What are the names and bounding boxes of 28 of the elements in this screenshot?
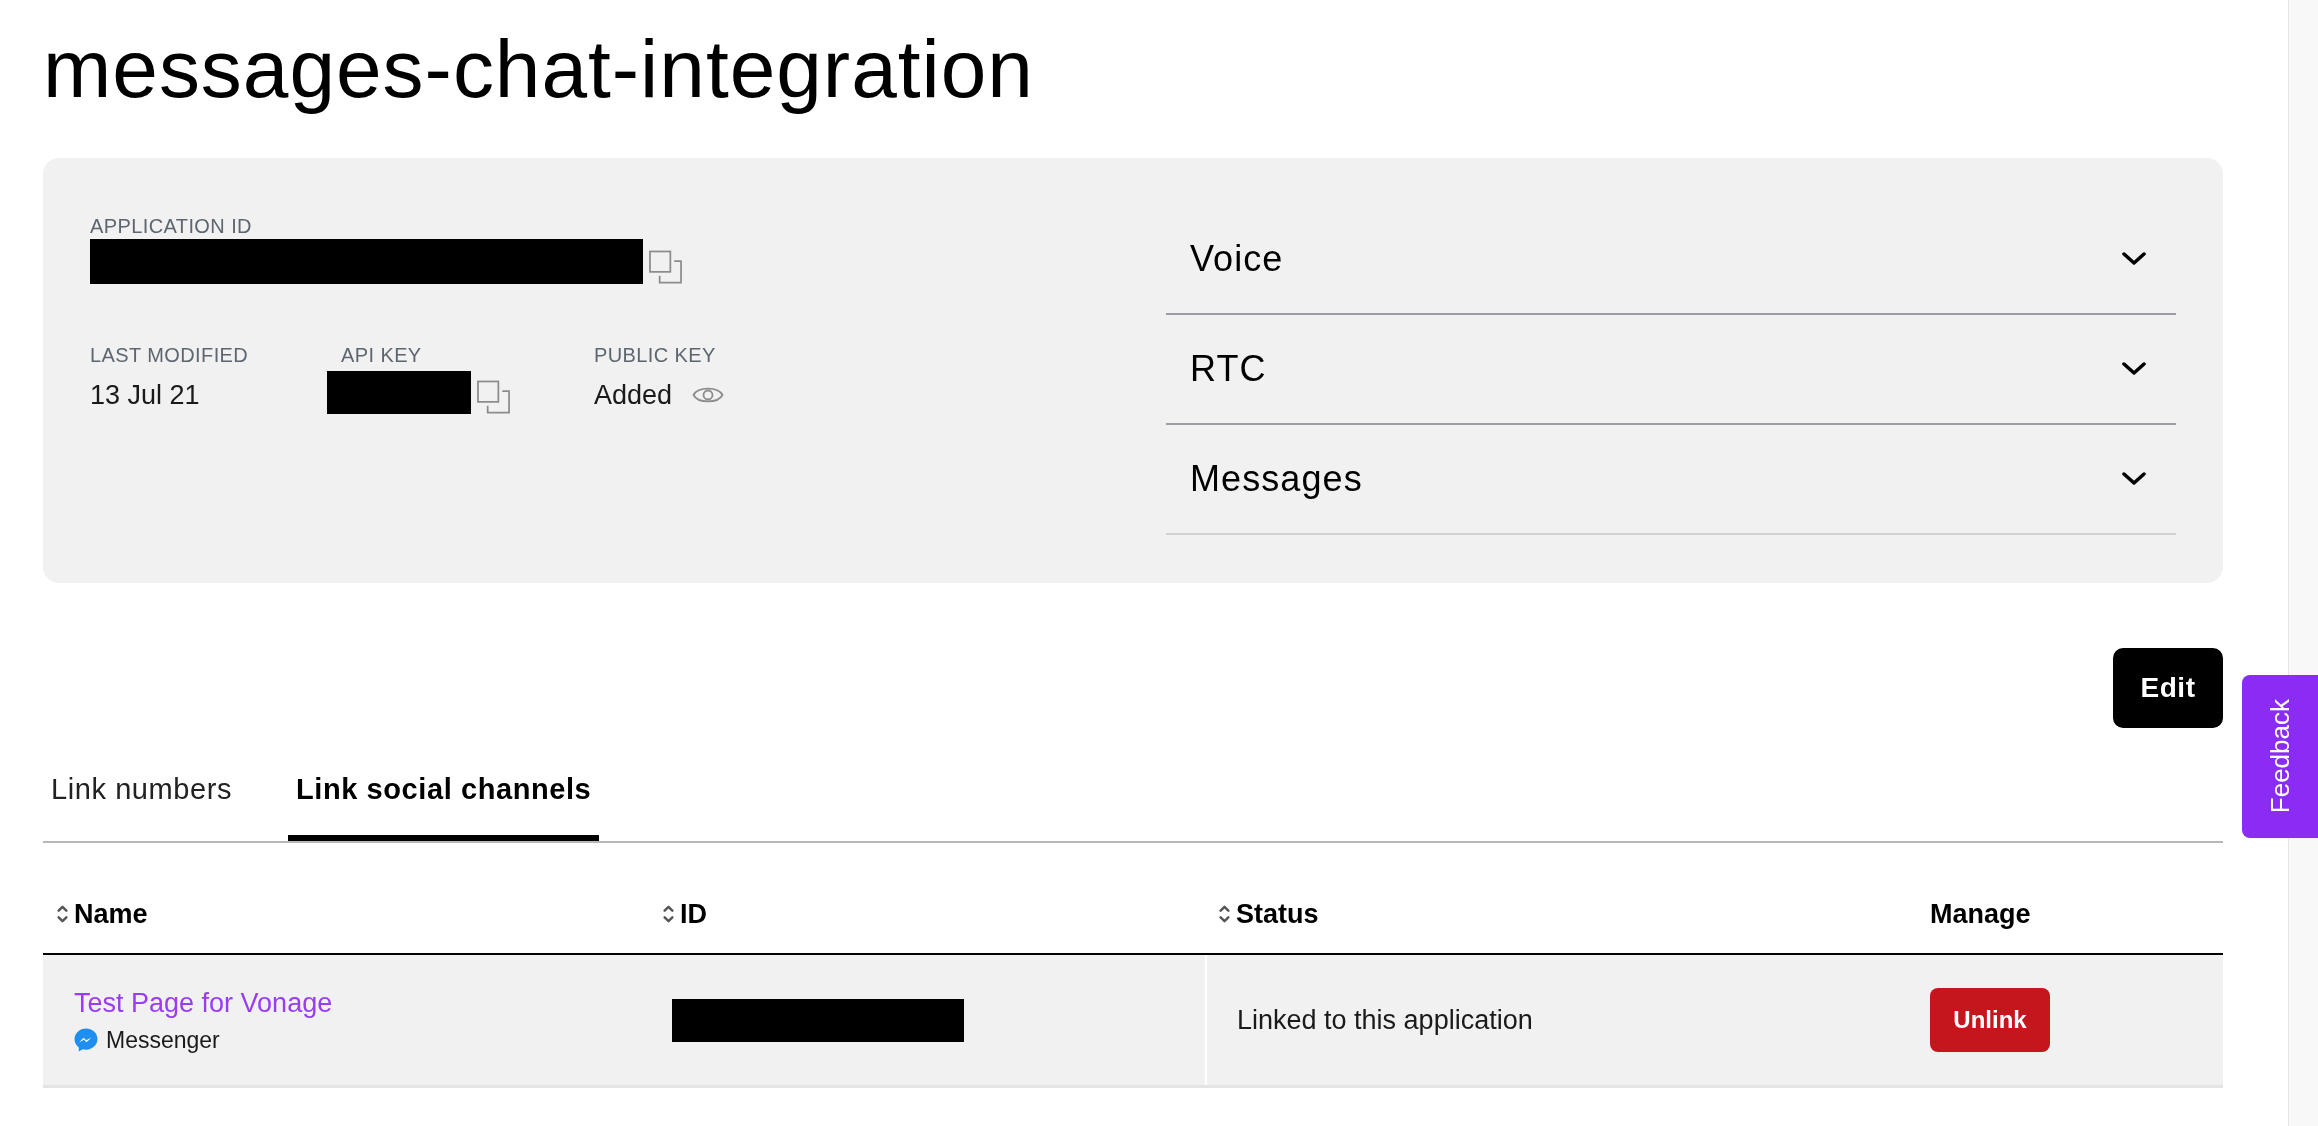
field-label: APPLICATION ID [90, 214, 252, 238]
sort-icon [1219, 905, 1230, 923]
copy-icon[interactable] [477, 380, 510, 414]
accordion-header[interactable]: Voice [1166, 205, 2176, 315]
messenger-icon [74, 1028, 98, 1052]
copy-icon[interactable] [649, 250, 682, 284]
page-name-link[interactable]: Test Page for Vonage [74, 986, 333, 1020]
feedback-button[interactable]: Feedback [2242, 675, 2318, 838]
tab[interactable]: Link social channels [288, 745, 600, 841]
channel-label: Messenger [106, 1026, 220, 1054]
field-label: API KEY [341, 343, 422, 367]
field-label: PUBLIC KEY [594, 343, 716, 367]
sort-icon [57, 905, 68, 923]
field-value: Added [594, 379, 673, 412]
column-header[interactable]: ID [663, 893, 707, 935]
sort-icon [663, 905, 674, 923]
tab[interactable]: Link numbers [43, 745, 241, 841]
page-title: messages-chat-integration [43, 22, 1034, 116]
accordion-header[interactable]: RTC [1166, 315, 2176, 425]
accordion-header[interactable]: Messages [1166, 425, 2176, 535]
field-label: LAST MODIFIED [90, 343, 249, 367]
field-value: 13 Jul 21 [90, 379, 200, 412]
unlink-button[interactable]: Unlink [1930, 988, 2050, 1052]
edit-button[interactable]: Edit [2113, 648, 2223, 728]
column-header: Manage [1930, 897, 2031, 931]
column-header[interactable]: Status [1219, 893, 1319, 935]
status-text: Linked to this application [1237, 1003, 1533, 1037]
column-header[interactable]: Name [57, 893, 148, 935]
